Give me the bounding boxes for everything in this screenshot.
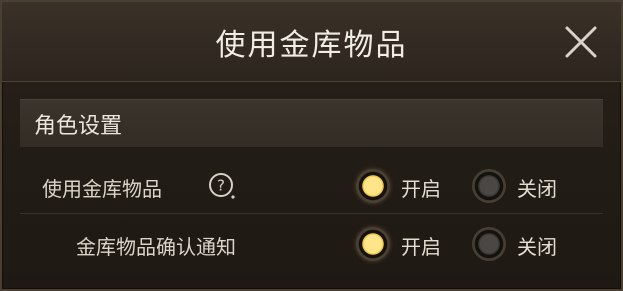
close-button[interactable] [561,22,601,62]
option-on-label[interactable]: 开启 [401,231,441,260]
setting-row-vault-confirm-notify: 金库物品确认通知 开启 关闭 [20,216,603,272]
help-button[interactable]: ? [208,172,236,200]
option-off-label[interactable]: 关闭 [517,231,557,260]
dialog-titlebar: 使用金库物品 [2,2,621,82]
radio-off[interactable] [472,227,506,261]
section-title: 角色设置 [34,114,123,139]
close-icon [565,26,597,58]
option-on-label[interactable]: 开启 [401,173,441,202]
dialog-title: 使用金库物品 [215,28,408,63]
setting-label: 使用金库物品 [42,177,162,201]
question-mark-icon: ? [209,173,235,199]
radio-on[interactable] [356,169,390,203]
radio-off[interactable] [472,169,506,203]
svg-text:?: ? [217,177,225,195]
option-off-label[interactable]: 关闭 [517,173,557,202]
vault-items-dialog: 使用金库物品 角色设置 使用金库物品 ? 开启 关闭 金库物品确认通知 开启 关… [0,0,623,291]
radio-on[interactable] [356,227,390,261]
setting-row-use-vault-items: 使用金库物品 ? 开启 关闭 [20,158,603,214]
section-header-character-settings: 角色设置 [20,99,603,147]
setting-label: 金库物品确认通知 [76,235,236,259]
